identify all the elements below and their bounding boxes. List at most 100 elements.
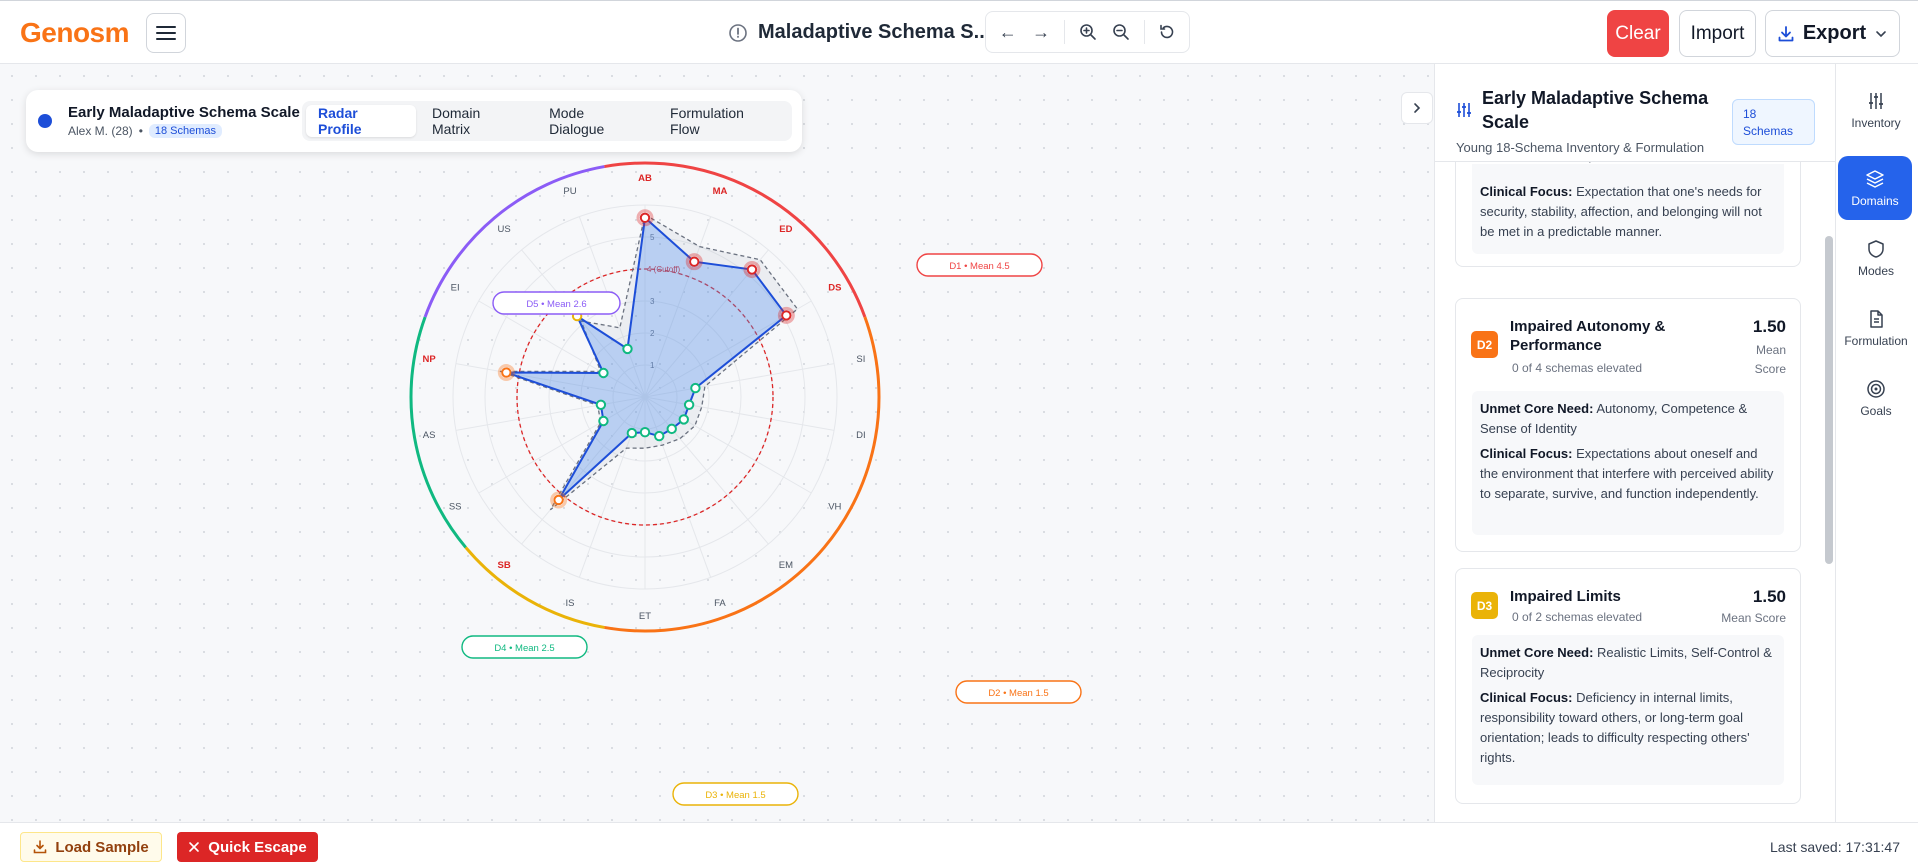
domain-code-badge: D2 [1471,331,1498,358]
document-title[interactable]: Maladaptive Schema S... [758,21,990,44]
zoom-out-icon[interactable] [1107,18,1134,46]
axis-label: VH [828,502,841,513]
quick-escape-label: Quick Escape [208,838,307,856]
redo-arrow-icon[interactable]: → [1027,18,1054,46]
undo-arrow-icon[interactable]: ← [994,18,1021,46]
panel-title: Early Maladaptive Schema Scale [1482,88,1709,132]
focus-label: Clinical Focus: [1480,446,1573,461]
core-need: Unmet Core Need: Autonomy, Competence & … [1480,399,1776,439]
axis-label: EM [779,560,793,571]
tab-domain-matrix[interactable]: Domain Matrix [420,105,533,137]
rail-label: Modes [1857,263,1895,278]
domain-name: Impaired Limits [1510,588,1621,605]
domain-card-d2[interactable]: D2 Impaired Autonomy & Performance 0 of … [1455,298,1801,552]
zoom-in-icon[interactable] [1074,18,1101,46]
toolbar-divider [1143,20,1145,44]
layers-icon [1866,169,1884,188]
app-logo[interactable]: Genosm [20,17,130,49]
chevron-down-icon [1876,30,1886,37]
domain-card-details: Nurturance & Acceptance Clinical Focus: … [1472,148,1784,254]
tab-mode-dialogue[interactable]: Mode Dialogue [537,105,654,137]
client-line: Alex M. (28) • 18 Schemas [68,124,300,138]
rail-item-domains[interactable]: Domains [1838,156,1912,220]
score-point [553,494,564,506]
axis-label: US [497,224,510,235]
panel-toggle-button[interactable] [1401,92,1433,124]
bottom-bar: Load Sample Quick Escape Last saved: 17:… [0,822,1918,868]
rail-item-inventory[interactable]: Inventory [1838,78,1914,142]
radar-chart[interactable]: 1234 (Cutoff)5ABMAEDDSSIDIVHEMFAETISSBSS… [0,64,1434,822]
close-icon [189,842,200,852]
axis-label: DI [856,430,866,441]
score-point [690,382,701,394]
axis-label: FA [714,598,726,609]
axis-label: NP [423,354,437,365]
reset-view-icon[interactable] [1154,18,1181,46]
axis-label: MA [713,186,728,197]
score-point [639,427,651,438]
need-label: Unmet Core Need: [1480,645,1594,660]
score-point [678,414,689,425]
axis-label: EI [451,282,460,293]
score-point [598,367,609,379]
last-saved-status: Last saved: 17:31:47 [1770,839,1900,855]
tab-formulation-flow[interactable]: Formulation Flow [658,105,788,137]
domain-code-badge: D3 [1471,592,1498,619]
import-button[interactable]: Import [1679,10,1756,57]
rail-item-modes[interactable]: Modes [1838,226,1914,290]
chart-header-card: Early Maladaptive Schema Scale Alex M. (… [26,90,802,152]
domain-pill-label: D2 • Mean 1.5 [988,688,1048,699]
load-sample-button[interactable]: Load Sample [20,832,162,862]
panel-subtitle: Young 18-Schema Inventory & Formulation [1456,140,1705,155]
rail-label: Domains [1851,193,1899,208]
quick-escape-button[interactable]: Quick Escape [177,832,318,862]
domain-pill-label: D5 • Mean 2.6 [526,299,586,310]
scale-title: Early Maladaptive Schema Scale [68,104,300,121]
status-dot [38,114,52,128]
domain-card-d3[interactable]: D3 Impaired Limits 0 of 2 schemas elevat… [1455,568,1801,804]
schemas-badge: 18 Schemas [148,124,223,138]
score-point [598,415,609,427]
score-point [746,264,758,275]
export-button[interactable]: Export [1765,10,1900,57]
view-toolbar: ← → [985,11,1190,53]
elevated-count: 0 of 2 schemas elevated [1512,610,1643,624]
clinical-focus: Clinical Focus: Expectation that one's n… [1480,182,1776,242]
rail-label: Inventory [1851,115,1901,130]
focus-label: Clinical Focus: [1480,690,1573,705]
info-icon[interactable] [728,23,748,43]
rail-item-formulation[interactable]: Formulation [1838,296,1914,360]
score-point [781,310,792,321]
rail-item-goals[interactable]: Goals [1838,366,1914,430]
axis-label: ET [639,611,651,622]
document-icon [1870,309,1883,328]
panel-scrollbar[interactable] [1825,236,1833,564]
clinical-focus: Clinical Focus: Deficiency in internal l… [1480,688,1776,768]
clear-button[interactable]: Clear [1607,10,1669,57]
download-icon [34,840,47,854]
chevron-right-icon [1414,103,1421,113]
score-point [622,343,633,355]
shield-icon [1868,239,1884,258]
panel-schemas-badge: 18 Schemas [1732,99,1815,145]
panel-header: Early Maladaptive Schema Scale Young 18-… [1435,64,1835,162]
score-point [689,256,700,267]
domains-panel: Early Maladaptive Schema Scale Young 18-… [1434,64,1835,822]
axis-label: PU [563,186,576,197]
axis-label: SB [497,560,510,571]
score-point [626,427,638,439]
rail-label: Goals [1860,403,1892,418]
core-need: Unmet Core Need: Realistic Limits, Self-… [1480,643,1776,683]
separator: • [138,124,143,138]
right-rail: Inventory Domains Modes Formulation Goal… [1835,64,1918,822]
tab-radar-profile[interactable]: Radar Profile [306,105,416,137]
domain-card-details: Unmet Core Need: Autonomy, Competence & … [1472,391,1784,535]
menu-button[interactable] [146,13,186,53]
document-title-group: Maladaptive Schema S... [728,21,990,44]
axis-label: AS [423,430,436,441]
domain-pill-label: D4 • Mean 2.5 [494,643,554,654]
score-point [501,367,512,378]
mean-score-label: Mean Score [1721,611,1786,625]
score-point [683,399,695,410]
hamburger-icon [156,26,176,40]
